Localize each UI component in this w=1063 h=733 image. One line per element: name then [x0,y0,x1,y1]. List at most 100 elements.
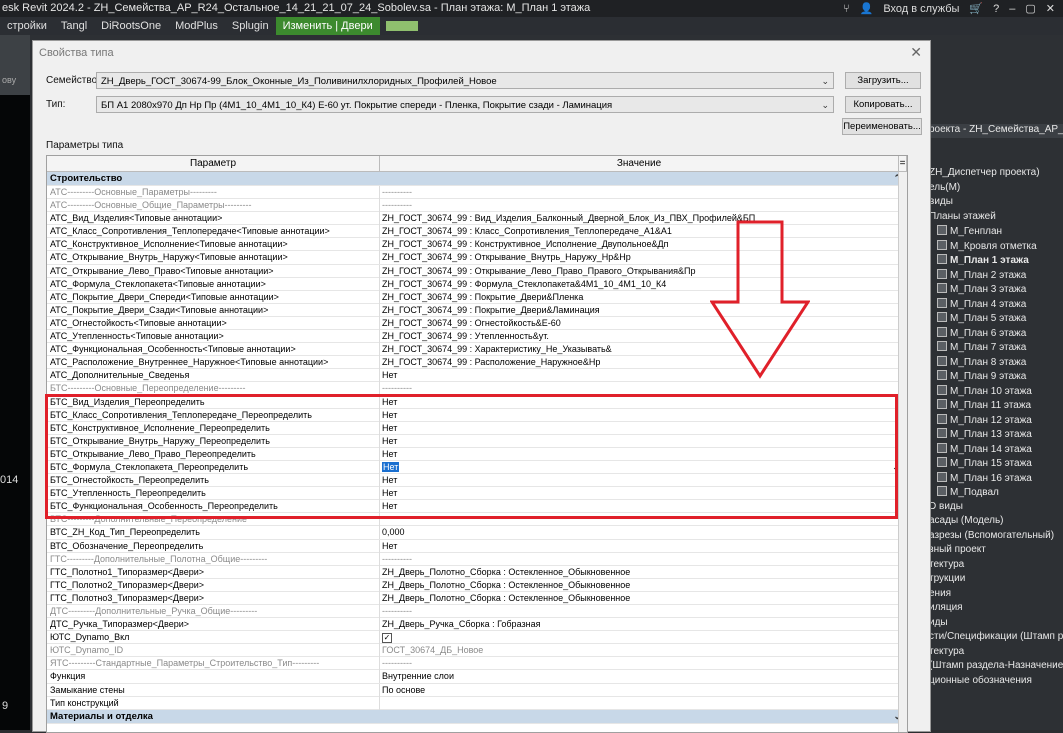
minimize-icon[interactable]: – [1009,3,1015,15]
table-row[interactable]: ГТС_Полотно1_Типоразмер<Двери> ZH_Дверь_П… [47,565,907,579]
network-icon[interactable]: ⑂ [843,3,850,15]
table-row[interactable]: Тип конструкций [47,696,907,710]
table-row[interactable]: ГТС_Полотно3_Типоразмер<Двери> ZH_Дверь_П… [47,591,907,605]
param-value[interactable]: ZH_Дверь_Ручка_Сборка : Гобразная [382,618,902,631]
close-window-icon[interactable]: ✕ [1046,2,1055,15]
browser-item[interactable]: ционные обозначения [929,675,1032,686]
table-row[interactable]: Замыкание стены По основе [47,683,907,697]
table-row[interactable]: ЮТС_Dynamo_Вкл ✓ [47,631,907,645]
param-value[interactable]: ZH_ГОСТ_30674_99 : Огнестойкость&Е-60 [382,317,902,330]
browser-item[interactable]: Планы этажей [929,211,996,222]
browser-item[interactable]: сти/Спецификации (Штамп р [929,631,1063,642]
tab-stroiki[interactable]: стройки [0,20,54,32]
family-select[interactable]: ZH_Дверь_ГОСТ_30674-99_Блок_Оконные_Из_П… [96,72,834,89]
tab-modify-doors[interactable]: Изменить | Двери [275,17,380,35]
param-value[interactable]: По основе [382,684,902,697]
browser-item[interactable]: ZH_Диспетчер проекта) [929,167,1040,178]
browser-item[interactable]: М_План 5 этажа [937,312,1026,324]
type-select[interactable]: БП А1 2080х970 Дп Нр Пр (4М1_10_4М1_10_К… [96,96,834,113]
camera-icon[interactable] [385,21,418,31]
table-row[interactable]: Функция Внутренние слои [47,670,907,684]
param-value[interactable]: ZH_ГОСТ_30674_99 : Покрытие_Двери&Ламина… [382,304,902,317]
param-value[interactable]: ZH_ГОСТ_30674_99 : Открывание_Внутрь_Нар… [382,251,902,264]
signin-link[interactable]: Вход в службы [883,3,959,15]
browser-item[interactable]: ель(М) [929,182,960,193]
table-row[interactable]: ДТС_Ручка_Типоразмер<Двери> ZH_Дверь_Ручк… [47,618,907,632]
param-value[interactable]: ZH_ГОСТ_30674_99 : Расположение_Наружное… [382,356,902,369]
param-value[interactable]: 0,000 [382,526,902,539]
table-row[interactable]: АТС---------Основные_Параметры--------- -… [47,186,907,200]
browser-item[interactable]: М_План 13 этажа [937,428,1032,440]
help-icon[interactable]: ? [993,3,999,15]
browser-item[interactable]: трукции [929,573,965,584]
grid-scrollbar[interactable] [898,172,907,732]
cart-icon[interactable]: 🛒 [969,2,983,15]
browser-item[interactable]: тектура [929,559,964,570]
browser-item[interactable]: М_План 2 этажа [937,268,1026,281]
rename-button[interactable]: Переименовать... [842,118,922,135]
param-value[interactable]: ---------- [382,605,902,618]
param-value[interactable]: ZH_ГОСТ_30674_99 : Формула_Стеклопакета&… [382,278,902,291]
browser-item[interactable]: иды [929,617,948,628]
browser-item[interactable]: М_План 8 этажа [937,355,1026,368]
browser-item[interactable]: М_План 7 этажа [937,341,1026,353]
copy-button[interactable]: Копировать... [845,96,921,113]
param-value[interactable]: ---------- [382,657,902,670]
param-value[interactable]: ZH_ГОСТ_30674_99 : Класс_Сопротивления_Т… [382,225,902,238]
browser-item[interactable]: иляция [929,602,963,613]
browser-item[interactable]: зный проект [929,544,986,555]
browser-item[interactable]: азрезы (Вспомогательный) [929,530,1054,541]
param-value[interactable]: Внутренние слои [382,670,902,683]
browser-item[interactable]: асады (Модель) [929,515,1003,526]
browser-item[interactable]: М_Генплан [937,225,1002,237]
param-value[interactable]: ZH_ГОСТ_30674_99 : Утепленность&ут. [382,330,902,343]
user-icon[interactable]: 👤 [860,2,874,15]
param-column-header[interactable]: Параметр [47,156,380,171]
checkbox[interactable]: ✓ [382,633,392,644]
param-value[interactable]: Нет [382,369,902,382]
table-row[interactable]: ГТС_Полотно2_Типоразмер<Двери> ZH_Дверь_П… [47,578,907,592]
table-row[interactable]: ГТС---------Дополнительные_Полотна_Общие… [47,552,907,566]
browser-item[interactable]: М_План 1 этажа [937,254,1029,266]
browser-item[interactable]: М_План 4 этажа [937,297,1026,310]
param-value[interactable]: ZH_ГОСТ_30674_99 : Характеристику_Не_Ука… [382,343,902,356]
maximize-icon[interactable]: ▢ [1025,2,1035,15]
table-row[interactable]: ЯТС---------Стандартные_Параметры_Строит… [47,657,907,671]
param-value[interactable]: ZH_ГОСТ_30674_99 : Вид_Изделия_Балконный… [382,212,902,225]
param-value[interactable]: ZH_Дверь_Полотно_Сборка : Остекленное_Об… [382,579,902,592]
browser-item[interactable]: М_Подвал [937,486,999,498]
browser-item[interactable]: М_План 6 этажа [937,326,1026,339]
table-row[interactable]: ВТС_Обозначение_Переопределить Нет [47,539,907,553]
browser-item[interactable]: D виды [929,501,963,512]
browser-item[interactable]: виды [929,196,953,207]
table-row[interactable]: АТС---------Основные_Общие_Параметры----… [47,199,907,213]
table-row[interactable]: Материалы и отделка⌄ [47,709,907,724]
load-button[interactable]: Загрузить... [845,72,921,89]
browser-item[interactable]: М_План 9 этажа [937,370,1026,382]
browser-item[interactable]: тектура [929,646,964,657]
tab-dirootsone[interactable]: DiRootsOne [94,20,168,32]
close-icon[interactable]: ✕ [910,44,922,61]
header-menu[interactable]: = [899,156,907,171]
tab-tangl[interactable]: Tangl [54,20,94,32]
table-row[interactable]: Строительство⌃ [47,172,907,186]
browser-item[interactable]: М_План 16 этажа [937,471,1032,484]
param-value[interactable]: Нет [382,540,902,553]
tab-splugin[interactable]: Splugin [225,20,276,32]
value-column-header[interactable]: Значение [380,156,899,171]
param-value[interactable]: ZH_ГОСТ_30674_99 : Конструктивное_Исполн… [382,238,902,251]
tab-modplus[interactable]: ModPlus [168,20,225,32]
param-value[interactable]: ---------- [382,199,902,212]
browser-item[interactable]: М_План 11 этажа [937,399,1031,411]
param-value[interactable]: ---------- [382,553,902,566]
param-value[interactable]: ZH_Дверь_Полотно_Сборка : Остекленное_Об… [382,592,902,605]
browser-item[interactable]: (Штамп раздела-Назначение [929,660,1063,671]
param-value[interactable]: ✓ [382,631,902,644]
param-value[interactable]: ZH_Дверь_Полотно_Сборка : Остекленное_Об… [382,566,902,579]
param-value[interactable]: ZH_ГОСТ_30674_99 : Открывание_Лево_Право… [382,265,902,278]
browser-item[interactable]: ения [929,588,951,599]
browser-item[interactable]: М_План 14 этажа [937,442,1032,455]
browser-item[interactable]: М_Кровля отметка [937,239,1037,252]
param-value[interactable]: ГОСТ_30674_ДБ_Новое [382,644,902,657]
browser-item[interactable]: М_План 12 этажа [937,413,1032,426]
